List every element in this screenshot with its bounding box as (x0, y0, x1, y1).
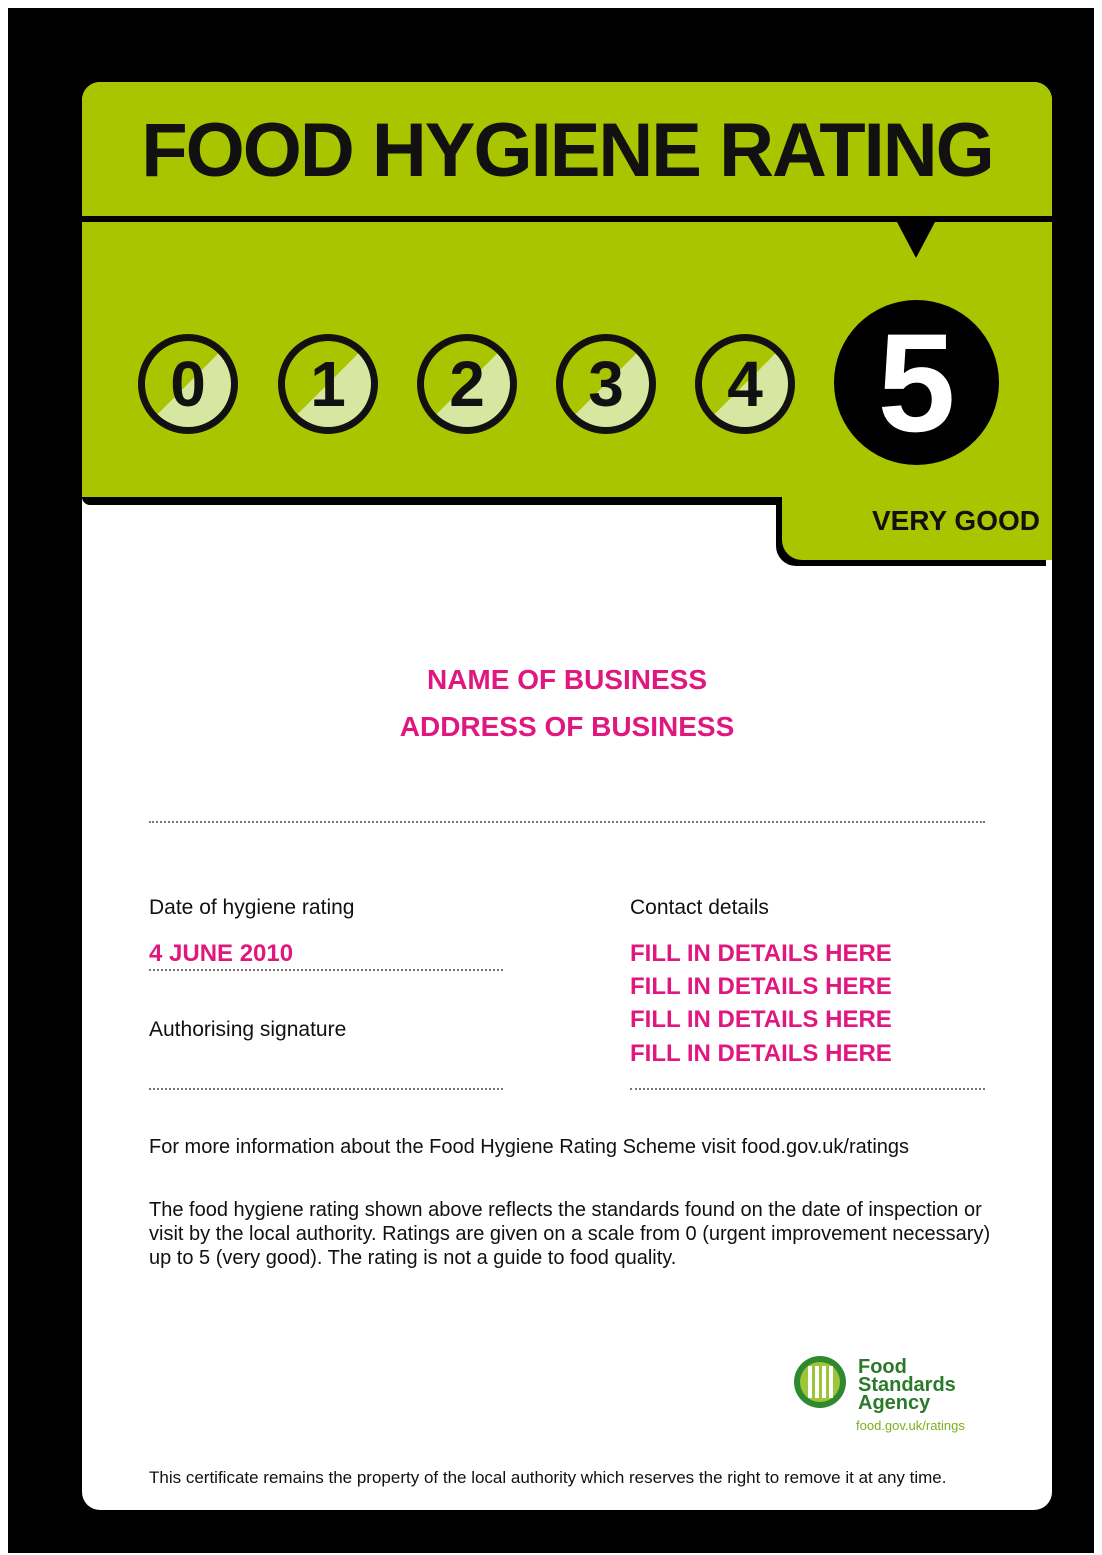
rating-label: VERY GOOD (871, 505, 1040, 536)
rating-label-tab: VERY GOOD (782, 497, 1052, 560)
fsa-emblem-icon (794, 1356, 846, 1408)
fsa-logo: Food Standards Agency food.gov.uk/rating… (792, 1352, 992, 1442)
business-address: ADDRESS OF BUSINESS (399, 711, 735, 742)
signature-label: Authorising signature (149, 1018, 347, 1041)
disclaimer-text: The food hygiene rating shown above refl… (149, 1199, 991, 1269)
fsa-url: food.gov.uk/ratings (856, 1418, 965, 1433)
contact-label: Contact details (630, 896, 769, 919)
certificate-frame: FOOD HYGIENE RATING 0 1 2 3 4 5 VERY GOO… (8, 8, 1094, 1553)
rating-3: 3 (556, 334, 656, 434)
contact-line: FILL IN DETAILS HERE (630, 973, 892, 1000)
info-text: For more information about the Food Hygi… (149, 1136, 910, 1158)
contact-line: FILL IN DETAILS HERE (630, 940, 892, 967)
business-name: NAME OF BUSINESS (426, 664, 708, 695)
scale-bottom-edge (82, 497, 782, 505)
rating-4-label: 4 (727, 348, 763, 420)
date-label: Date of hygiene rating (149, 896, 355, 919)
date-underline (149, 969, 503, 971)
header-band: FOOD HYGIENE RATING (82, 82, 1052, 216)
rating-1: 1 (278, 334, 378, 434)
rating-3-label: 3 (588, 348, 624, 420)
rating-5-label: 5 (877, 304, 956, 461)
rating-4: 4 (695, 334, 795, 434)
rating-0: 0 (138, 334, 238, 434)
footer-text: This certificate remains the property of… (149, 1468, 947, 1487)
contact-underline (630, 1088, 985, 1090)
certificate-card: FOOD HYGIENE RATING 0 1 2 3 4 5 VERY GOO… (82, 82, 1052, 1510)
fsa-name-line: Agency (858, 1392, 931, 1414)
rating-0-label: 0 (170, 348, 206, 420)
rating-1-label: 1 (310, 348, 346, 420)
signature-line (149, 1088, 503, 1090)
contact-line: FILL IN DETAILS HERE (630, 1040, 892, 1067)
fsa-logo-text: Food Standards Agency (858, 1357, 956, 1414)
certificate-title: FOOD HYGIENE RATING (141, 108, 995, 193)
rating-2-label: 2 (449, 348, 485, 420)
contact-line: FILL IN DETAILS HERE (630, 1006, 892, 1033)
rating-2: 2 (417, 334, 517, 434)
rating-5-selected: 5 (834, 300, 999, 465)
date-value: 4 JUNE 2010 (149, 940, 294, 967)
rating-pointer-icon (897, 222, 935, 258)
business-divider (149, 821, 985, 823)
